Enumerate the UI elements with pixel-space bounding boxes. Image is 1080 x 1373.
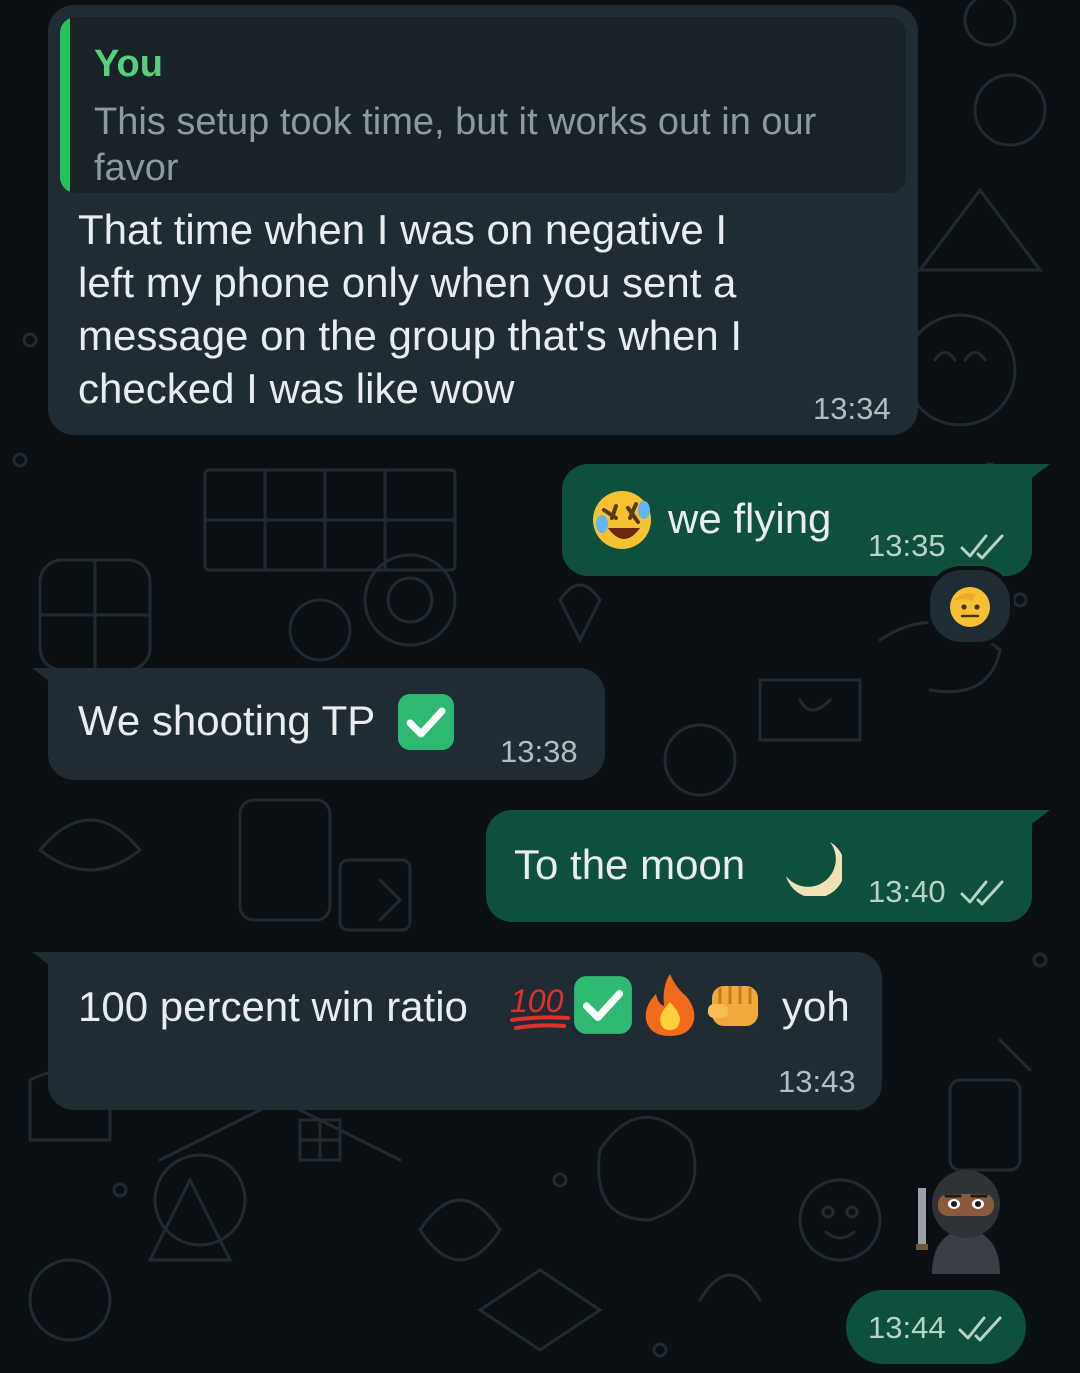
- outgoing-message[interactable]: 13:44: [846, 1290, 1026, 1364]
- message-time: 13:44: [868, 1310, 946, 1345]
- message-reaction[interactable]: [926, 566, 1014, 646]
- saluting-face-icon: [950, 587, 990, 627]
- read-ticks-icon: [960, 880, 1004, 906]
- message-time: 13:40: [868, 874, 946, 909]
- message-time: 13:43: [778, 1064, 856, 1099]
- message-line: left my phone only when you sent a: [78, 259, 737, 306]
- message-line: That time when I was on negative I: [78, 206, 728, 253]
- quote-text: This setup took time, but it works out i…: [94, 101, 817, 189]
- hundred-points-icon: 100: [510, 983, 570, 1030]
- check-mark-button-icon: [398, 694, 454, 750]
- crescent-moon-icon: [786, 842, 842, 896]
- incoming-message[interactable]: 100 percent win ratio 100 yoh 13:43: [48, 952, 882, 1110]
- message-text: To the moon: [514, 841, 746, 888]
- message-time: 13:38: [500, 734, 578, 769]
- svg-text:100: 100: [510, 983, 564, 1019]
- message-line: checked I was like wow: [78, 365, 515, 412]
- quoted-message[interactable]: You This setup took time, but it works o…: [60, 17, 906, 193]
- read-ticks-icon: [960, 534, 1004, 560]
- check-mark-button-icon: [574, 976, 632, 1034]
- quote-author: You: [94, 43, 163, 85]
- oncoming-fist-icon: [708, 986, 758, 1026]
- rolling-on-floor-laughing-icon: [593, 491, 651, 549]
- message-text: we flying: [668, 495, 832, 542]
- message-text: 100 percent win ratio: [78, 983, 468, 1030]
- fire-icon: [645, 974, 695, 1036]
- message-line: message on the group that's when I: [78, 312, 743, 359]
- message-time: 13:34: [813, 391, 891, 426]
- outgoing-message[interactable]: To the moon 13:40: [486, 810, 1032, 922]
- ninja-sticker[interactable]: [912, 1158, 1020, 1274]
- incoming-message[interactable]: We shooting TP 13:38: [48, 668, 605, 780]
- message-text: We shooting TP: [78, 697, 376, 744]
- message-time: 13:35: [868, 528, 946, 563]
- read-ticks-icon: [958, 1316, 1002, 1342]
- outgoing-message[interactable]: we flying 13:35: [562, 464, 1032, 576]
- incoming-message[interactable]: You This setup took time, but it works o…: [48, 5, 918, 435]
- message-text-after: yoh: [782, 983, 850, 1030]
- quote-accent-bar: [60, 17, 70, 193]
